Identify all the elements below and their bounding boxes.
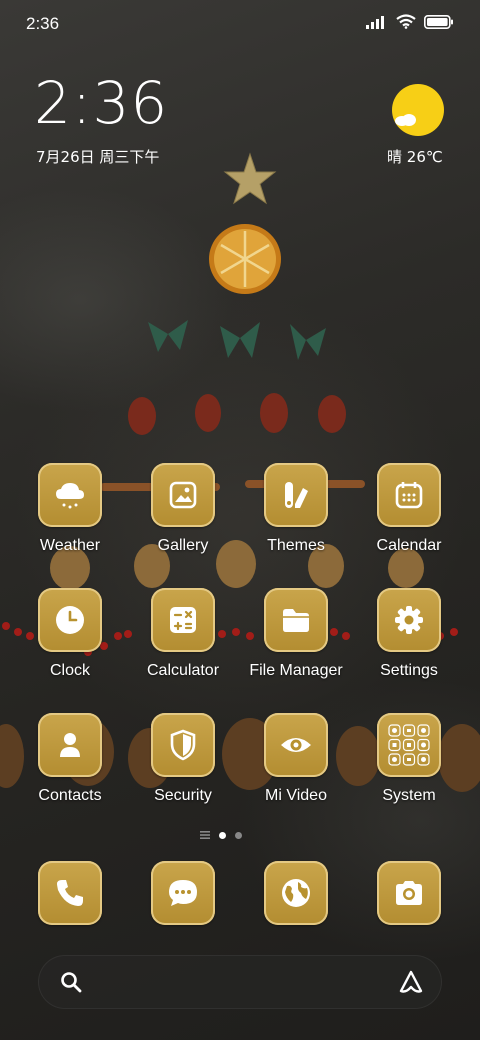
globe-icon[interactable] xyxy=(264,861,328,925)
app-label: Weather xyxy=(39,537,101,554)
app-label: Settings xyxy=(380,662,438,679)
folder-grid-icon[interactable] xyxy=(377,713,441,777)
app-label: File Manager xyxy=(249,662,343,679)
app-settings[interactable]: Settings xyxy=(354,588,464,698)
folder-icon[interactable] xyxy=(264,588,328,652)
image-icon[interactable] xyxy=(151,463,215,527)
app-label: Contacts xyxy=(38,787,102,804)
app-file-manager[interactable]: File Manager xyxy=(241,588,351,698)
camera-icon[interactable] xyxy=(377,861,441,925)
app-label: Themes xyxy=(267,537,325,554)
chat-bubble-icon[interactable] xyxy=(151,861,215,925)
gear-icon[interactable] xyxy=(377,588,441,652)
wallpaper-star xyxy=(223,152,277,205)
app-label: Clock xyxy=(49,662,90,679)
weather-icon[interactable] xyxy=(38,463,102,527)
eye-icon[interactable] xyxy=(264,713,328,777)
app-label: Gallery xyxy=(157,537,209,554)
app-calculator[interactable]: Calculator xyxy=(128,588,238,698)
status-bar-icons xyxy=(366,14,454,29)
app-security[interactable]: Security xyxy=(128,713,238,823)
clock-icon[interactable] xyxy=(38,588,102,652)
clock-widget-date: 7月26日 周三下午 xyxy=(36,148,160,166)
phone-icon[interactable] xyxy=(38,861,102,925)
app-contacts[interactable]: Contacts xyxy=(15,713,125,823)
app-weather[interactable]: Weather xyxy=(15,463,125,573)
app-clock[interactable]: Clock xyxy=(15,588,125,698)
app-label: Security xyxy=(154,787,212,804)
page-dot[interactable] xyxy=(235,831,242,839)
assistant-icon[interactable] xyxy=(398,969,424,995)
wallpaper-orange-slice xyxy=(209,224,281,294)
battery-icon xyxy=(424,14,453,29)
sun-icon[interactable] xyxy=(392,84,444,136)
app-mi-video[interactable]: Mi Video xyxy=(241,713,351,823)
app-gallery[interactable]: Gallery xyxy=(128,463,238,573)
search-bar[interactable] xyxy=(38,955,442,1009)
app-label: Calendar xyxy=(376,537,442,554)
brush-palette-icon[interactable] xyxy=(264,463,328,527)
app-label: System xyxy=(382,787,436,804)
app-label: Calculator xyxy=(146,662,220,679)
app-system-folder[interactable]: System xyxy=(354,713,464,823)
weather-widget-text: 晴 26℃ xyxy=(387,146,443,167)
menu-lines-icon[interactable] xyxy=(200,831,210,839)
status-bar-time: 2:36 xyxy=(26,14,60,33)
weather-temperature: 26℃ xyxy=(406,148,443,166)
page-indicator[interactable] xyxy=(200,831,242,839)
clock-widget-time[interactable]: 2:36 xyxy=(34,74,168,132)
signal-icon xyxy=(366,15,384,29)
app-calendar[interactable]: Calendar xyxy=(354,463,464,573)
app-label: Mi Video xyxy=(265,787,327,804)
home-screen: 2:36 2:36 7月26日 周三下午 晴 26℃ Weather Galle… xyxy=(0,0,480,1040)
search-icon[interactable] xyxy=(60,971,82,993)
person-icon[interactable] xyxy=(38,713,102,777)
wallpaper-leaves xyxy=(148,320,326,360)
app-themes[interactable]: Themes xyxy=(241,463,351,573)
shield-icon[interactable] xyxy=(151,713,215,777)
calendar-icon[interactable] xyxy=(377,463,441,527)
page-dot-active[interactable] xyxy=(219,831,226,839)
wifi-icon xyxy=(396,14,416,29)
wallpaper-nuts-row xyxy=(128,393,346,435)
cloud-icon xyxy=(395,114,416,126)
weather-condition: 晴 xyxy=(387,148,403,166)
calculator-icon[interactable] xyxy=(151,588,215,652)
